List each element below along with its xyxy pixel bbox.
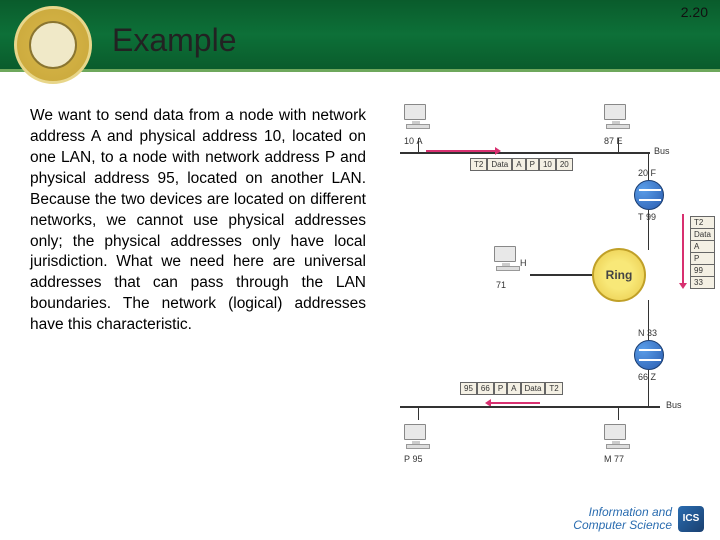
drop-line bbox=[648, 210, 649, 250]
slide-title: Example bbox=[112, 22, 237, 59]
computer-icon bbox=[404, 104, 432, 126]
slide-footer: Information and Computer Science ICS bbox=[573, 506, 704, 532]
node-label: 20 F bbox=[638, 168, 656, 178]
ring-line bbox=[530, 274, 592, 276]
node-label: P 95 bbox=[404, 454, 423, 464]
packet-1: T2DataAP1020 bbox=[470, 158, 573, 171]
node-label: 10 A bbox=[404, 136, 423, 146]
node-label: H bbox=[520, 258, 527, 268]
computer-icon bbox=[404, 424, 432, 446]
ring-icon: Ring bbox=[592, 248, 646, 302]
node-label: 71 bbox=[496, 280, 506, 290]
arrow-icon bbox=[490, 402, 540, 404]
node-label: N 33 bbox=[638, 328, 657, 338]
computer-icon bbox=[494, 246, 522, 268]
computer-icon bbox=[604, 104, 632, 126]
drop-line bbox=[648, 370, 649, 406]
page-number: 2.20 bbox=[681, 4, 708, 20]
drop-line bbox=[618, 406, 619, 420]
drop-line bbox=[418, 406, 419, 420]
logo-inner bbox=[29, 21, 77, 69]
bus-bottom bbox=[400, 406, 660, 408]
node-label: 87 E bbox=[604, 136, 623, 146]
university-logo bbox=[14, 6, 92, 84]
footer-text: Information and Computer Science bbox=[573, 506, 672, 532]
packet-3: 9566PADataT2 bbox=[460, 382, 563, 395]
router-icon bbox=[634, 340, 664, 370]
arrow-icon bbox=[426, 150, 496, 152]
router-icon bbox=[634, 180, 664, 210]
bus-top bbox=[400, 152, 650, 154]
packet-2: T2DataAP9933 bbox=[690, 216, 715, 288]
node-label: M 77 bbox=[604, 454, 624, 464]
bus-top-label: Bus bbox=[654, 146, 670, 156]
computer-icon bbox=[604, 424, 632, 446]
slide-header: Example bbox=[0, 0, 720, 72]
network-diagram: Bus 10 A 87 E T2DataAP1020 20 F T 99 Rin… bbox=[390, 98, 710, 478]
arrow-icon bbox=[682, 214, 684, 284]
footer-logo: ICS bbox=[678, 506, 704, 532]
body-text: We want to send data from a node with ne… bbox=[30, 106, 366, 336]
bus-bottom-label: Bus bbox=[666, 400, 682, 410]
